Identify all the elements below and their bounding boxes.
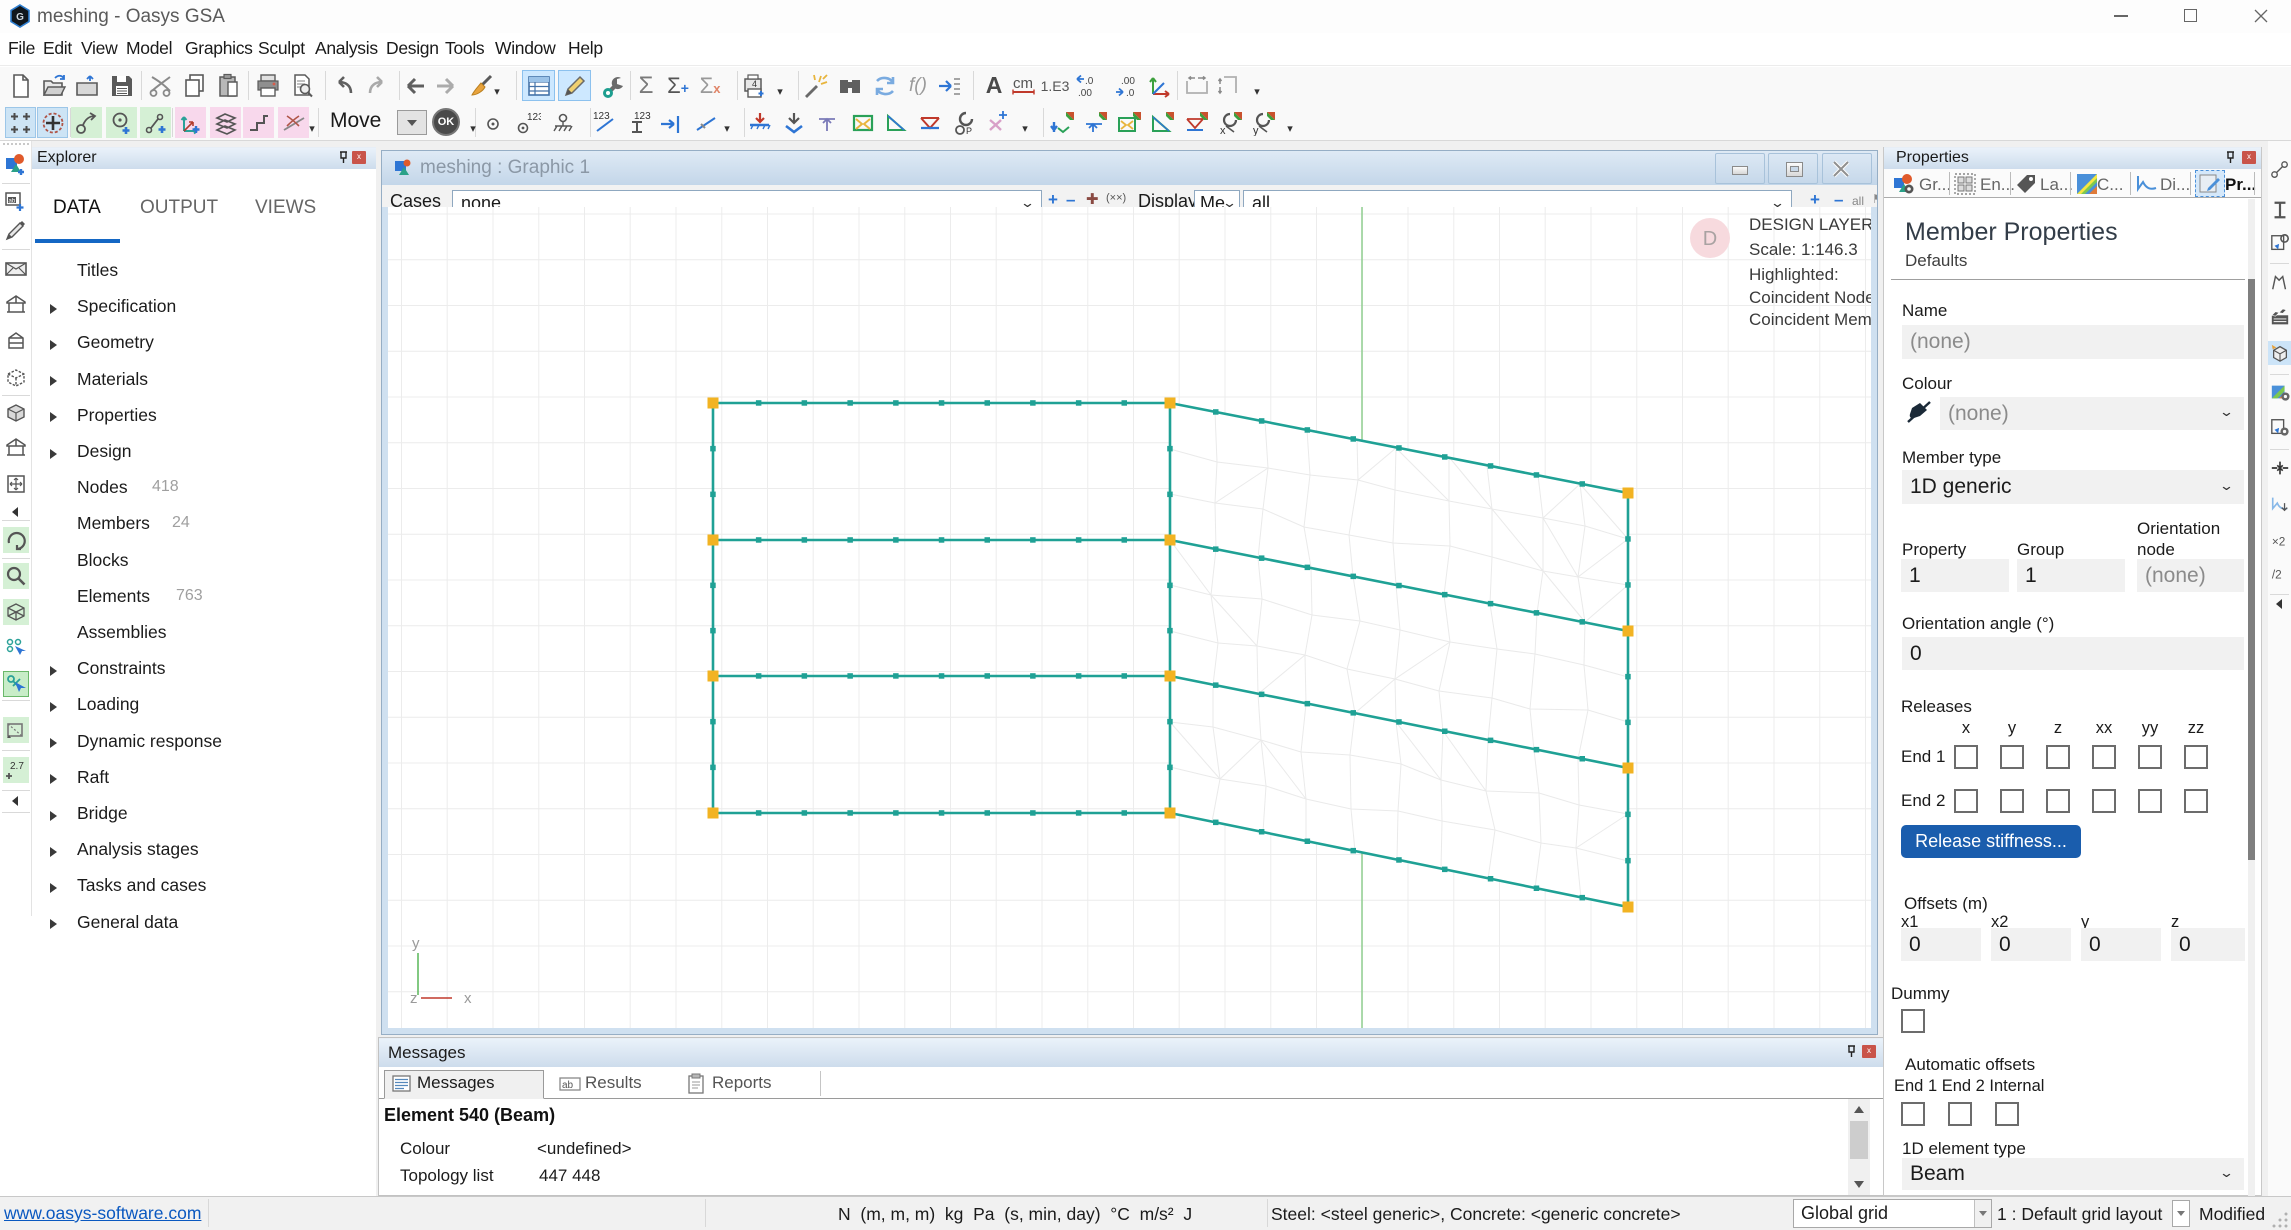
svg-text:x: x [1220,125,1226,136]
svg-text:Coincident Nodes: Coincident Nodes [1749,288,1871,307]
svg-text:2.7: 2.7 [10,761,24,772]
svg-text:ab: ab [562,1080,574,1091]
svg-text:.0: .0 [1126,88,1135,99]
svg-text:123: 123 [634,111,651,122]
svg-text:ab: ab [9,199,16,205]
svg-text:y: y [1253,125,1259,136]
svg-text:.00: .00 [1121,76,1135,87]
svg-text:G: G [16,12,24,23]
svg-text:4: 4 [752,79,757,89]
svg-text:Highlighted:: Highlighted: [1749,265,1839,284]
svg-text:/2: /2 [2271,568,2281,582]
svg-text:z: z [410,990,418,1007]
svg-text:123: 123 [527,112,541,123]
svg-text:x: x [464,990,472,1007]
svg-text:D: D [1703,228,1717,250]
svg-text:DESIGN LAYER: DESIGN LAYER [1749,215,1871,234]
svg-text:×2: ×2 [2271,535,2284,549]
svg-text:Coincident Memb: Coincident Memb [1749,310,1871,329]
svg-text:123: 123 [593,111,610,122]
svg-text:.0: .0 [1085,76,1094,87]
svg-text:.00: .00 [1078,88,1092,99]
svg-text:cm: cm [1013,75,1033,92]
svg-text:y: y [412,935,420,952]
svg-text:P: P [966,126,972,136]
svg-text:Scale: 1:146.3: Scale: 1:146.3 [1749,240,1858,259]
